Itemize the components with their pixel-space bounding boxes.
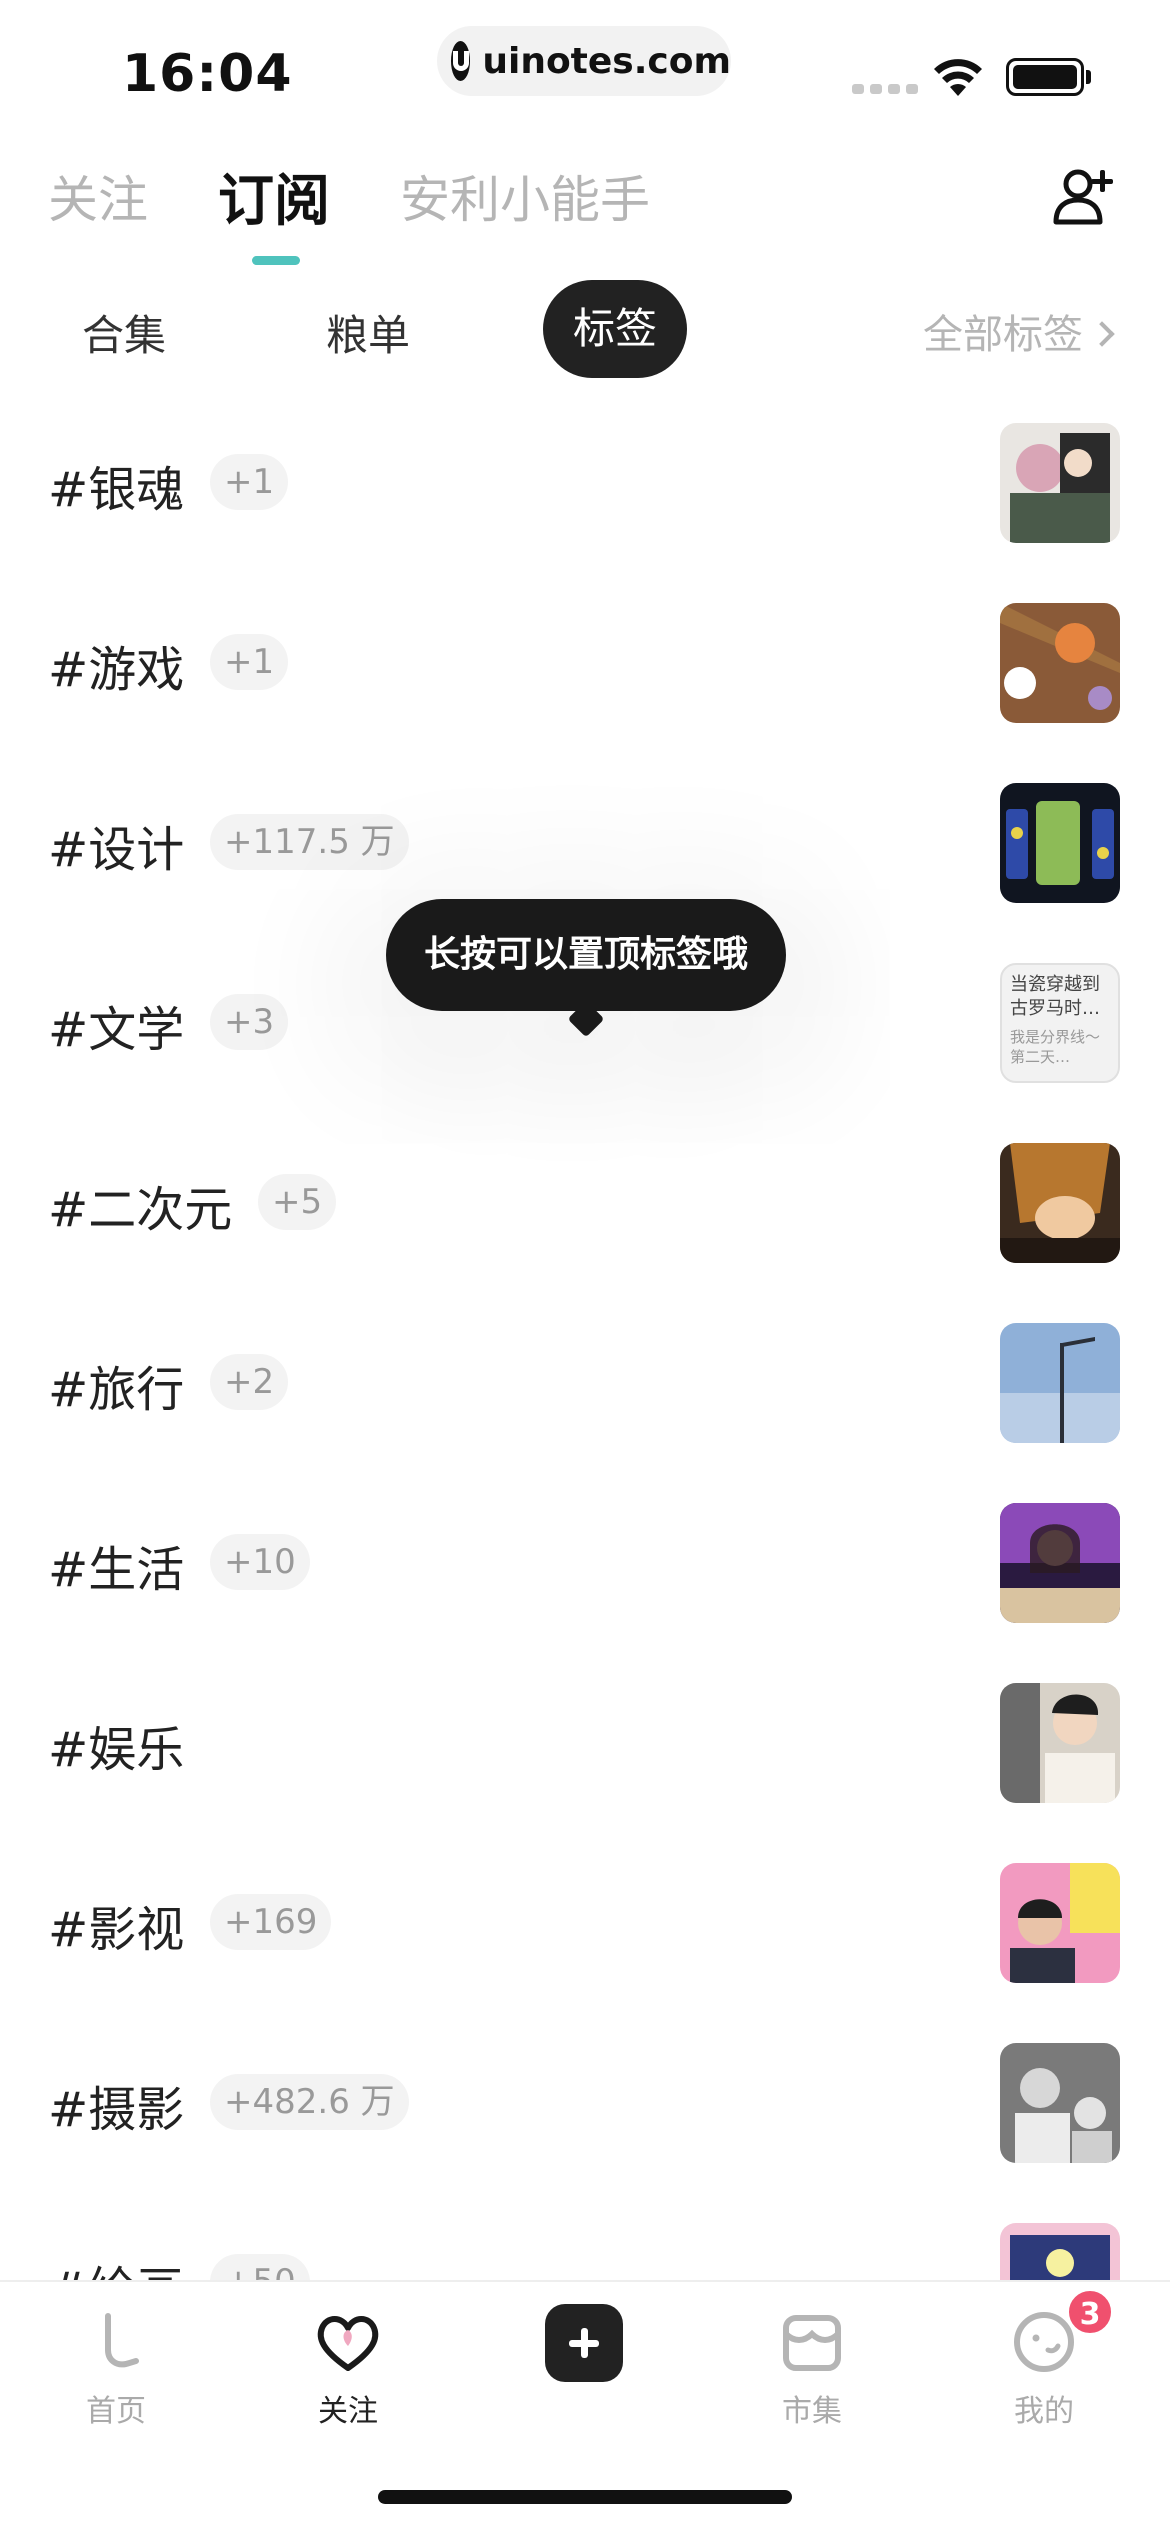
- tag-list: #银魂 +1 #游戏 +1 #设计 +117.5 万 #文学 +3 当瓷穿越到 …: [0, 400, 1170, 2280]
- home-icon: [105, 2313, 139, 2368]
- tag-count-badge: +482.6 万: [210, 2074, 409, 2130]
- thumbnail-text: 我是分界线～: [1010, 1028, 1101, 1046]
- status-time: 16:04: [122, 44, 293, 104]
- tag-name: #绘画: [48, 2250, 184, 2280]
- tag-thumbnail: [1000, 2043, 1120, 2163]
- tag-thumbnail: [1000, 1683, 1120, 1803]
- heart-follow-icon: [317, 2316, 379, 2371]
- add-friend-icon[interactable]: [1052, 164, 1116, 228]
- market-icon: [783, 2315, 841, 2371]
- tag-count-badge: +117.5 万: [210, 814, 409, 870]
- battery-cap: [1086, 70, 1091, 84]
- thumbnail-text: 当瓷穿越到: [1010, 974, 1100, 995]
- tag-count-badge: +169: [210, 1894, 332, 1950]
- tag-name: #影视: [48, 1902, 185, 1958]
- all-tags-link[interactable]: 全部标签: [923, 302, 1115, 360]
- tag-row[interactable]: #旅行 +2: [0, 1300, 1170, 1480]
- nav-home[interactable]: 首页: [36, 2306, 196, 2430]
- tag-count-badge: +1: [210, 634, 289, 690]
- wifi-icon: [934, 59, 982, 96]
- tag-row[interactable]: #影视 +169: [0, 1840, 1170, 2020]
- tag-thumbnail: [1000, 1143, 1120, 1263]
- tag-thumbnail: [1000, 1323, 1120, 1443]
- site-logo-icon: [451, 41, 471, 81]
- tag-name: #摄影: [48, 2082, 185, 2138]
- subtab-collection[interactable]: 合集: [82, 302, 166, 363]
- battery-icon: [1006, 58, 1084, 96]
- home-indicator: [378, 2490, 792, 2504]
- tag-count-badge: +2: [210, 1354, 289, 1410]
- chevron-right-icon: [1089, 321, 1115, 347]
- sub-tabs: 合集 粮单 标签 全部标签: [0, 280, 1170, 380]
- subtab-list[interactable]: 粮单: [326, 302, 410, 363]
- tag-name: #文学: [48, 1002, 185, 1058]
- top-tabs: 关注 订阅 安利小能手: [0, 160, 1170, 270]
- tag-row[interactable]: #游戏 +1: [0, 580, 1170, 760]
- tag-count-badge: +5: [258, 1174, 337, 1230]
- active-tab-indicator: [252, 256, 300, 265]
- tag-thumbnail: [1000, 1503, 1120, 1623]
- all-tags-label: 全部标签: [923, 312, 1083, 358]
- notification-badge: 3: [1066, 2288, 1114, 2336]
- thumbnail-text: 第二天…: [1010, 1048, 1071, 1066]
- tag-row[interactable]: #娱乐: [0, 1660, 1170, 1840]
- tag-name: #旅行: [48, 1362, 185, 1418]
- thumbnail-text: 古罗马时…: [1010, 998, 1100, 1019]
- nav-label: 我的: [1014, 2394, 1074, 2429]
- tab-follow[interactable]: 关注: [48, 160, 148, 232]
- cellular-signal-icon: [852, 84, 918, 94]
- tag-thumbnail: 当瓷穿越到 古罗马时… 我是分界线～ 第二天…: [1000, 963, 1120, 1083]
- tag-count-badge: +1: [210, 454, 289, 510]
- tag-thumbnail: [1000, 783, 1120, 903]
- tag-thumbnail: [1000, 1863, 1120, 1983]
- tag-row[interactable]: #二次元 +5: [0, 1120, 1170, 1300]
- tag-thumbnail: [1000, 603, 1120, 723]
- url-pill: uinotes.com: [437, 26, 731, 96]
- tag-row[interactable]: #银魂 +1: [0, 400, 1170, 580]
- pin-tag-tooltip: 长按可以置顶标签哦: [386, 899, 786, 1011]
- nav-follow[interactable]: 关注: [268, 2306, 428, 2430]
- tag-name: #银魂: [48, 462, 185, 518]
- tag-thumbnail: [1000, 423, 1120, 543]
- nav-label: 关注: [318, 2394, 378, 2429]
- tag-count-badge: +50: [210, 2254, 310, 2280]
- tag-count-badge: +3: [210, 994, 289, 1050]
- tag-name: #生活: [48, 1542, 185, 1598]
- tab-recommender[interactable]: 安利小能手: [400, 160, 650, 232]
- tag-count-badge: +10: [210, 1534, 310, 1590]
- tag-row[interactable]: #摄影 +482.6 万: [0, 2020, 1170, 2200]
- subtab-tags[interactable]: 标签: [543, 280, 688, 378]
- create-post-button[interactable]: [545, 2304, 623, 2382]
- tag-thumbnail: [1000, 2223, 1120, 2280]
- nav-label: 首页: [86, 2394, 146, 2429]
- tab-subscribe[interactable]: 订阅: [218, 156, 330, 237]
- status-bar: 16:04 uinotes.com: [0, 0, 1170, 140]
- url-text: uinotes.com: [482, 40, 731, 82]
- nav-label: 市集: [782, 2394, 842, 2429]
- tag-name: #设计: [48, 822, 185, 878]
- tag-name: #游戏: [48, 642, 185, 698]
- tag-row[interactable]: #绘画 +50: [0, 2200, 1170, 2280]
- tag-row[interactable]: #生活 +10: [0, 1480, 1170, 1660]
- nav-market[interactable]: 市集: [732, 2306, 892, 2430]
- tag-name: #娱乐: [48, 1722, 185, 1778]
- tag-name: #二次元: [48, 1182, 233, 1238]
